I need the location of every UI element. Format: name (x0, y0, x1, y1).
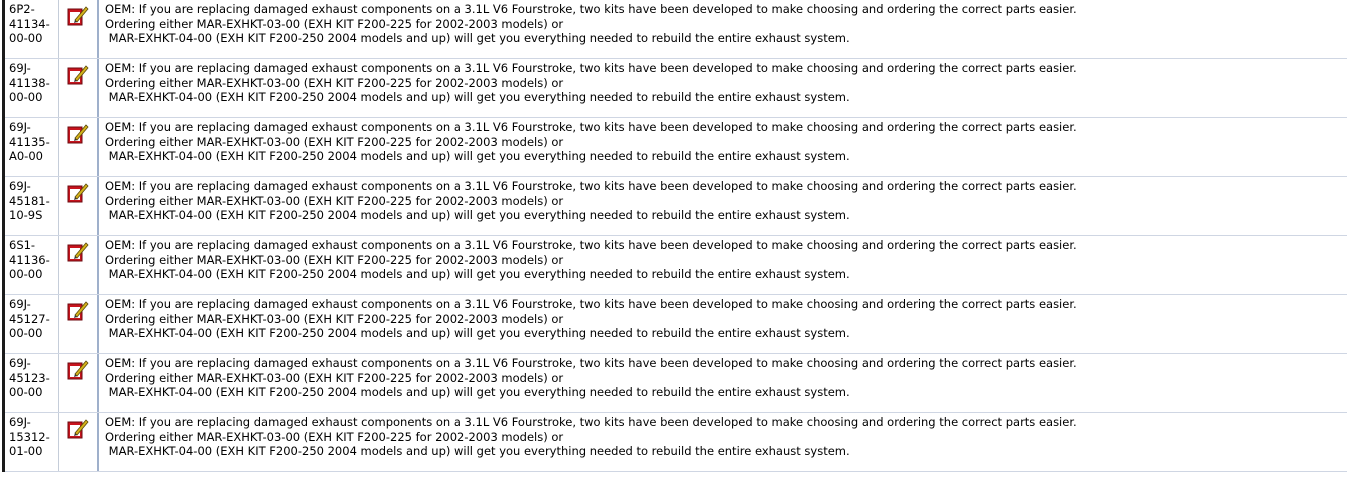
note-line: Ordering either MAR-EXHKT-03-00 (EXH KIT… (105, 193, 564, 208)
part-number-line: 41138- (9, 75, 50, 90)
part-number-line: 45127- (9, 311, 50, 326)
note-text-cell: OEM: If you are replacing damaged exhaus… (99, 0, 1347, 58)
note-line: Ordering either MAR-EXHKT-03-00 (EXH KIT… (105, 370, 564, 385)
note-line: Ordering either MAR-EXHKT-03-00 (EXH KIT… (105, 429, 564, 444)
part-number-line: A0-00 (9, 149, 43, 163)
table-row: 69J- 45181- 10-9S OEM: If you are replac… (5, 177, 1347, 236)
part-number-cell: 69J- 41138- 00-00 (5, 59, 59, 117)
note-line: OEM: If you are replacing damaged exhaus… (105, 61, 1077, 75)
table-row: 69J- 41135- A0-00 OEM: If you are replac… (5, 118, 1347, 177)
part-number-cell: 69J- 45181- 10-9S (5, 177, 59, 235)
part-number-line: 41135- (9, 134, 50, 149)
note-line: OEM: If you are replacing damaged exhaus… (105, 120, 1077, 134)
notepad-pencil-icon[interactable] (67, 417, 89, 439)
note-text-cell: OEM: If you are replacing damaged exhaus… (99, 413, 1347, 471)
part-number-cell: 69J- 41135- A0-00 (5, 118, 59, 176)
note-line: OEM: If you are replacing damaged exhaus… (105, 415, 1077, 429)
part-number-line: 6P2- (9, 2, 35, 16)
note-icon-cell[interactable] (59, 295, 99, 353)
part-number-line: 00-00 (9, 326, 43, 340)
note-icon-cell[interactable] (59, 236, 99, 294)
note-line: MAR-EXHKT-04-00 (EXH KIT F200-250 2004 m… (105, 208, 850, 222)
notepad-pencil-icon[interactable] (67, 122, 89, 144)
note-text-cell: OEM: If you are replacing damaged exhaus… (99, 177, 1347, 235)
parts-notes-table: 6P2- 41134- 00-00 OEM: If you are replac… (2, 0, 1347, 472)
note-line: Ordering either MAR-EXHKT-03-00 (EXH KIT… (105, 311, 564, 326)
part-number-line: 69J- (9, 120, 31, 134)
notepad-pencil-icon[interactable] (67, 358, 89, 380)
part-number-line: 41136- (9, 252, 50, 267)
part-number-line: 01-00 (9, 444, 43, 458)
note-line: MAR-EXHKT-04-00 (EXH KIT F200-250 2004 m… (105, 149, 850, 163)
note-line: OEM: If you are replacing damaged exhaus… (105, 297, 1077, 311)
note-line: OEM: If you are replacing damaged exhaus… (105, 2, 1077, 16)
part-number-line: 69J- (9, 61, 31, 75)
part-number-line: 00-00 (9, 90, 43, 104)
note-text-cell: OEM: If you are replacing damaged exhaus… (99, 118, 1347, 176)
part-number-cell: 6P2- 41134- 00-00 (5, 0, 59, 58)
table-row: 6P2- 41134- 00-00 OEM: If you are replac… (5, 0, 1347, 59)
note-line: Ordering either MAR-EXHKT-03-00 (EXH KIT… (105, 75, 564, 90)
note-line: MAR-EXHKT-04-00 (EXH KIT F200-250 2004 m… (105, 267, 850, 281)
part-number-cell: 69J- 45123- 00-00 (5, 354, 59, 412)
part-number-line: 10-9S (9, 208, 43, 222)
part-number-line: 45123- (9, 370, 50, 385)
note-text-cell: OEM: If you are replacing damaged exhaus… (99, 354, 1347, 412)
part-number-line: 15312- (9, 429, 50, 444)
note-line: Ordering either MAR-EXHKT-03-00 (EXH KIT… (105, 134, 564, 149)
note-icon-cell[interactable] (59, 413, 99, 471)
note-icon-cell[interactable] (59, 0, 99, 58)
note-icon-cell[interactable] (59, 118, 99, 176)
part-number-line: 00-00 (9, 385, 43, 399)
notepad-pencil-icon[interactable] (67, 63, 89, 85)
note-line: MAR-EXHKT-04-00 (EXH KIT F200-250 2004 m… (105, 385, 850, 399)
part-number-cell: 69J- 15312- 01-00 (5, 413, 59, 471)
part-number-line: 69J- (9, 179, 31, 193)
note-line: OEM: If you are replacing damaged exhaus… (105, 238, 1077, 252)
note-text-cell: OEM: If you are replacing damaged exhaus… (99, 295, 1347, 353)
table-row: 6S1- 41136- 00-00 OEM: If you are replac… (5, 236, 1347, 295)
part-number-cell: 69J- 45127- 00-00 (5, 295, 59, 353)
table-row: 69J- 45123- 00-00 OEM: If you are replac… (5, 354, 1347, 413)
notepad-pencil-icon[interactable] (67, 299, 89, 321)
note-icon-cell[interactable] (59, 59, 99, 117)
note-text-cell: OEM: If you are replacing damaged exhaus… (99, 236, 1347, 294)
note-icon-cell[interactable] (59, 354, 99, 412)
part-number-line: 6S1- (9, 238, 36, 252)
notepad-pencil-icon[interactable] (67, 240, 89, 262)
part-number-line: 00-00 (9, 267, 43, 281)
part-number-cell: 6S1- 41136- 00-00 (5, 236, 59, 294)
part-number-line: 69J- (9, 356, 31, 370)
part-number-line: 41134- (9, 16, 50, 31)
note-icon-cell[interactable] (59, 177, 99, 235)
table-row: 69J- 15312- 01-00 OEM: If you are replac… (5, 413, 1347, 472)
part-number-line: 45181- (9, 193, 50, 208)
note-line: MAR-EXHKT-04-00 (EXH KIT F200-250 2004 m… (105, 31, 850, 45)
note-line: MAR-EXHKT-04-00 (EXH KIT F200-250 2004 m… (105, 90, 850, 104)
note-line: MAR-EXHKT-04-00 (EXH KIT F200-250 2004 m… (105, 326, 850, 340)
note-line: OEM: If you are replacing damaged exhaus… (105, 179, 1077, 193)
part-number-line: 00-00 (9, 31, 43, 45)
notepad-pencil-icon[interactable] (67, 181, 89, 203)
note-line: Ordering either MAR-EXHKT-03-00 (EXH KIT… (105, 16, 564, 31)
note-line: MAR-EXHKT-04-00 (EXH KIT F200-250 2004 m… (105, 444, 850, 458)
note-text-cell: OEM: If you are replacing damaged exhaus… (99, 59, 1347, 117)
table-row: 69J- 45127- 00-00 OEM: If you are replac… (5, 295, 1347, 354)
notepad-pencil-icon[interactable] (67, 4, 89, 26)
note-line: OEM: If you are replacing damaged exhaus… (105, 356, 1077, 370)
part-number-line: 69J- (9, 297, 31, 311)
note-line: Ordering either MAR-EXHKT-03-00 (EXH KIT… (105, 252, 564, 267)
part-number-line: 69J- (9, 415, 31, 429)
table-row: 69J- 41138- 00-00 OEM: If you are replac… (5, 59, 1347, 118)
